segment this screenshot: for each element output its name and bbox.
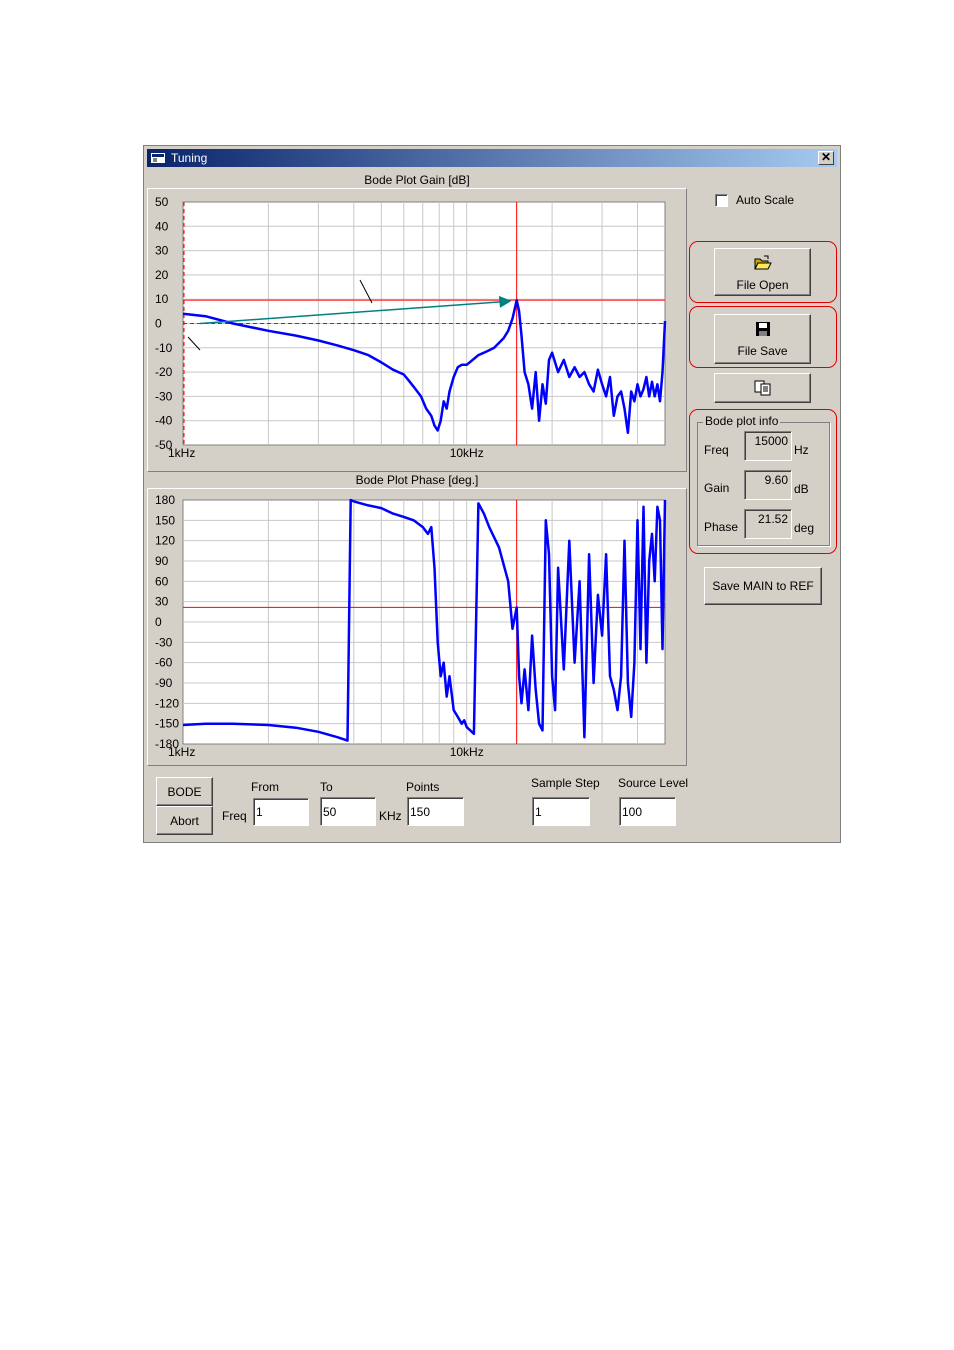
freq-label: Freq [222,809,247,823]
y-tick-label: 150 [155,513,175,527]
y-tick-label: 180 [155,493,175,507]
bode-plot-info-title: Bode plot info [703,414,781,428]
y-tick-label: 30 [155,595,169,609]
window-title: Tuning [171,151,208,165]
from-input[interactable] [253,798,309,826]
floppy-disk-icon [756,322,770,336]
phase-chart: 1801501209060300-30-60-90-120-150-1801kH… [155,493,667,759]
copy-button[interactable] [714,373,811,403]
folder-open-icon [754,255,772,270]
phase-chart-title: Bode Plot Phase [deg.] [355,473,479,487]
phase-chart-panel: Bode Plot Phase [deg.] 180 150 120 90 60 30 0 -… [147,473,687,766]
info-phase-unit: deg [794,521,815,535]
y-tick-label: -30 [155,635,173,649]
y-tick-label: -120 [155,696,179,710]
bode-button-label: BODE [167,785,202,799]
abort-button[interactable]: Abort [156,806,213,835]
to-input[interactable] [320,797,376,826]
y-tick-label: -60 [155,656,173,670]
source-level-label: Source Level [618,776,689,790]
info-gain-value: 9.60 [744,470,792,500]
y-tick-label: -20 [155,365,173,379]
info-gain-unit: dB [794,482,809,496]
title-bar[interactable]: Tuning ✕ [147,149,837,167]
x-tick-label: 1kHz [168,745,195,759]
y-tick-label: 10 [155,292,169,306]
points-input[interactable] [407,797,464,826]
gain-chart-title: Bode Plot Gain [dB] [364,173,470,187]
sample-step-label: Sample Step [531,776,600,790]
file-save-button[interactable]: File Save [714,314,811,364]
y-tick-label: 90 [155,554,169,568]
to-label: To [320,780,333,794]
gain-chart: 50403020100-10-20-30-40-501kHz 10kHz [155,195,667,460]
info-freq-label: Freq [704,443,729,457]
info-freq-unit: Hz [794,443,809,457]
abort-button-label: Abort [170,814,199,828]
file-open-label: File Open [736,278,789,292]
from-label: From [251,780,279,794]
info-freq-value: 15000 [744,431,792,461]
info-phase-value: 21.52 [744,509,792,539]
copy-icon [754,380,771,396]
x-tick-label: 1kHz [168,446,195,460]
y-tick-label: 0 [155,615,162,629]
x-tick-label: 10kHz [450,745,484,759]
khz-label: KHz [379,809,402,823]
y-tick-label: 50 [155,195,169,209]
file-save-label: File Save [737,344,788,358]
y-tick-label: 120 [155,534,175,548]
y-tick-label: -10 [155,341,173,355]
points-label: Points [406,780,440,794]
y-tick-label: 0 [155,317,162,331]
sample-step-input[interactable] [532,797,590,826]
window-icon [151,153,165,163]
y-tick-label: -30 [155,389,173,403]
close-button[interactable]: ✕ [818,151,834,165]
bode-button[interactable]: BODE [156,777,213,806]
info-phase-label: Phase [704,520,739,534]
gain-chart-panel: Bode Plot Gain [dB] 50 40 30 20 10 0 -10 -20 -30… [147,173,687,472]
source-level-input[interactable] [619,797,676,826]
x-tick-label: 10kHz [450,446,484,460]
file-open-button[interactable]: File Open [714,248,811,296]
y-tick-label: 30 [155,244,169,258]
y-tick-label: 40 [155,219,169,233]
save-main-to-ref-label: Save MAIN to REF [712,579,814,593]
y-tick-label: -40 [155,414,173,428]
info-gain-label: Gain [704,481,730,495]
save-main-to-ref-button[interactable]: Save MAIN to REF [704,567,822,605]
y-tick-label: -90 [155,676,173,690]
y-tick-label: 60 [155,574,169,588]
y-tick-label: -150 [155,717,179,731]
auto-scale-label[interactable]: Auto Scale [736,193,794,207]
tuning-window: Tuning ✕ Bode Plot Gain [dB] 50 40 30 20 10 0… [143,145,841,843]
auto-scale-checkbox[interactable] [715,194,728,207]
y-tick-label: 20 [155,268,169,282]
